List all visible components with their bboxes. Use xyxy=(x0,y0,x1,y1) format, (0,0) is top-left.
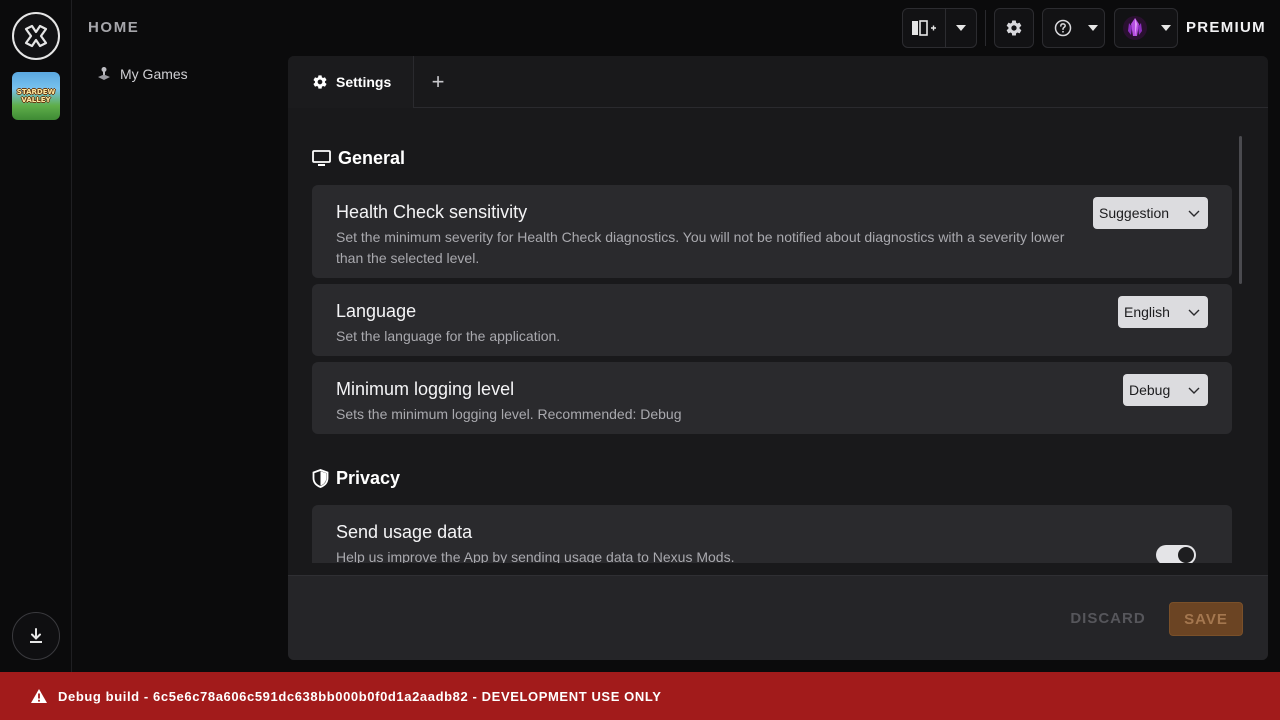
settings-scroll-area[interactable]: General Health Check sensitivity Set the… xyxy=(288,108,1268,563)
setting-language: Language Set the language for the applic… xyxy=(312,284,1232,356)
logging-level-select[interactable]: Debug xyxy=(1123,374,1208,406)
panel-add-icon xyxy=(912,20,936,36)
joystick-icon xyxy=(98,67,110,80)
setting-title: Minimum logging level xyxy=(336,379,515,399)
setting-description: Help us improve the App by sending usage… xyxy=(336,549,735,563)
download-icon xyxy=(30,628,42,643)
crystal-avatar-icon xyxy=(1123,16,1147,40)
game-tile-label: STARDEW VALLEY xyxy=(16,88,56,104)
chevron-down-icon xyxy=(1188,387,1200,394)
toggle-knob xyxy=(1178,547,1194,563)
nav-item-my-games[interactable]: My Games xyxy=(96,64,188,84)
select-value: Debug xyxy=(1129,382,1171,398)
debug-build-banner: Debug build - 6c5e6c78a606c591dc638bb000… xyxy=(0,672,1280,720)
shield-icon xyxy=(312,469,329,488)
select-value: Suggestion xyxy=(1099,205,1170,221)
left-rail: STARDEW VALLEY xyxy=(0,0,72,672)
select-value: English xyxy=(1124,304,1170,320)
gear-icon xyxy=(1006,20,1022,36)
settings-button[interactable] xyxy=(994,8,1034,48)
home-title: HOME xyxy=(88,19,140,36)
panel-layout-chevron[interactable] xyxy=(946,9,976,47)
section-general-heading: General xyxy=(312,148,405,169)
scrollbar-thumb[interactable] xyxy=(1239,136,1242,284)
section-title: General xyxy=(338,148,406,168)
warning-icon xyxy=(31,689,47,703)
setting-description: Set the language for the application. xyxy=(336,328,561,344)
tab-bar: Settings + xyxy=(288,56,1268,108)
toolbar-divider xyxy=(985,10,986,46)
section-title: Privacy xyxy=(336,468,401,488)
caret-down-icon xyxy=(1088,25,1098,31)
add-panel-button[interactable] xyxy=(903,9,946,47)
nav-item-label: My Games xyxy=(120,66,188,82)
panel-layout-dropdown[interactable] xyxy=(902,8,977,48)
language-select[interactable]: English xyxy=(1118,296,1208,328)
downloads-button[interactable] xyxy=(12,612,60,660)
save-button[interactable]: SAVE xyxy=(1169,602,1243,636)
setting-health-check-sensitivity: Health Check sensitivity Set the minimum… xyxy=(312,185,1232,278)
help-dropdown[interactable] xyxy=(1042,8,1105,48)
debug-build-text: Debug build - 6c5e6c78a606c591dc638bb000… xyxy=(58,688,662,704)
account-dropdown[interactable] xyxy=(1114,8,1178,48)
health-check-sensitivity-select[interactable]: Suggestion xyxy=(1093,197,1208,229)
chevron-down-icon xyxy=(1188,210,1200,217)
chevron-down-icon xyxy=(1188,309,1200,316)
setting-minimum-logging-level: Minimum logging level Sets the minimum l… xyxy=(312,362,1232,434)
section-privacy-heading: Privacy xyxy=(312,468,400,489)
discard-button[interactable]: DISCARD xyxy=(1062,602,1154,634)
settings-footer: DISCARD SAVE xyxy=(288,575,1268,660)
setting-title: Language xyxy=(336,301,417,321)
setting-description: Set the minimum severity for Health Chec… xyxy=(336,229,1065,266)
setting-title: Send usage data xyxy=(336,522,473,542)
tab-settings[interactable]: Settings xyxy=(288,56,414,108)
nexus-app-logo-icon xyxy=(24,24,48,48)
premium-label[interactable]: PREMIUM xyxy=(1186,19,1266,36)
gear-icon xyxy=(313,75,327,89)
usage-data-toggle[interactable] xyxy=(1156,545,1196,563)
main-panel: Settings + General Health Check sensitiv… xyxy=(288,56,1268,660)
caret-down-icon xyxy=(1161,25,1171,31)
setting-title: Health Check sensitivity xyxy=(336,202,528,222)
monitor-icon xyxy=(312,150,331,166)
setting-send-usage-data: Send usage data Help us improve the App … xyxy=(312,505,1232,563)
caret-down-icon xyxy=(956,25,966,31)
tab-label: Settings xyxy=(336,74,392,90)
add-tab-button[interactable]: + xyxy=(426,69,450,94)
setting-description: Sets the minimum logging level. Recommen… xyxy=(336,406,682,422)
game-tile-stardew-valley[interactable]: STARDEW VALLEY xyxy=(12,72,60,120)
app-logo[interactable] xyxy=(12,12,60,60)
help-circle-icon xyxy=(1054,19,1072,37)
